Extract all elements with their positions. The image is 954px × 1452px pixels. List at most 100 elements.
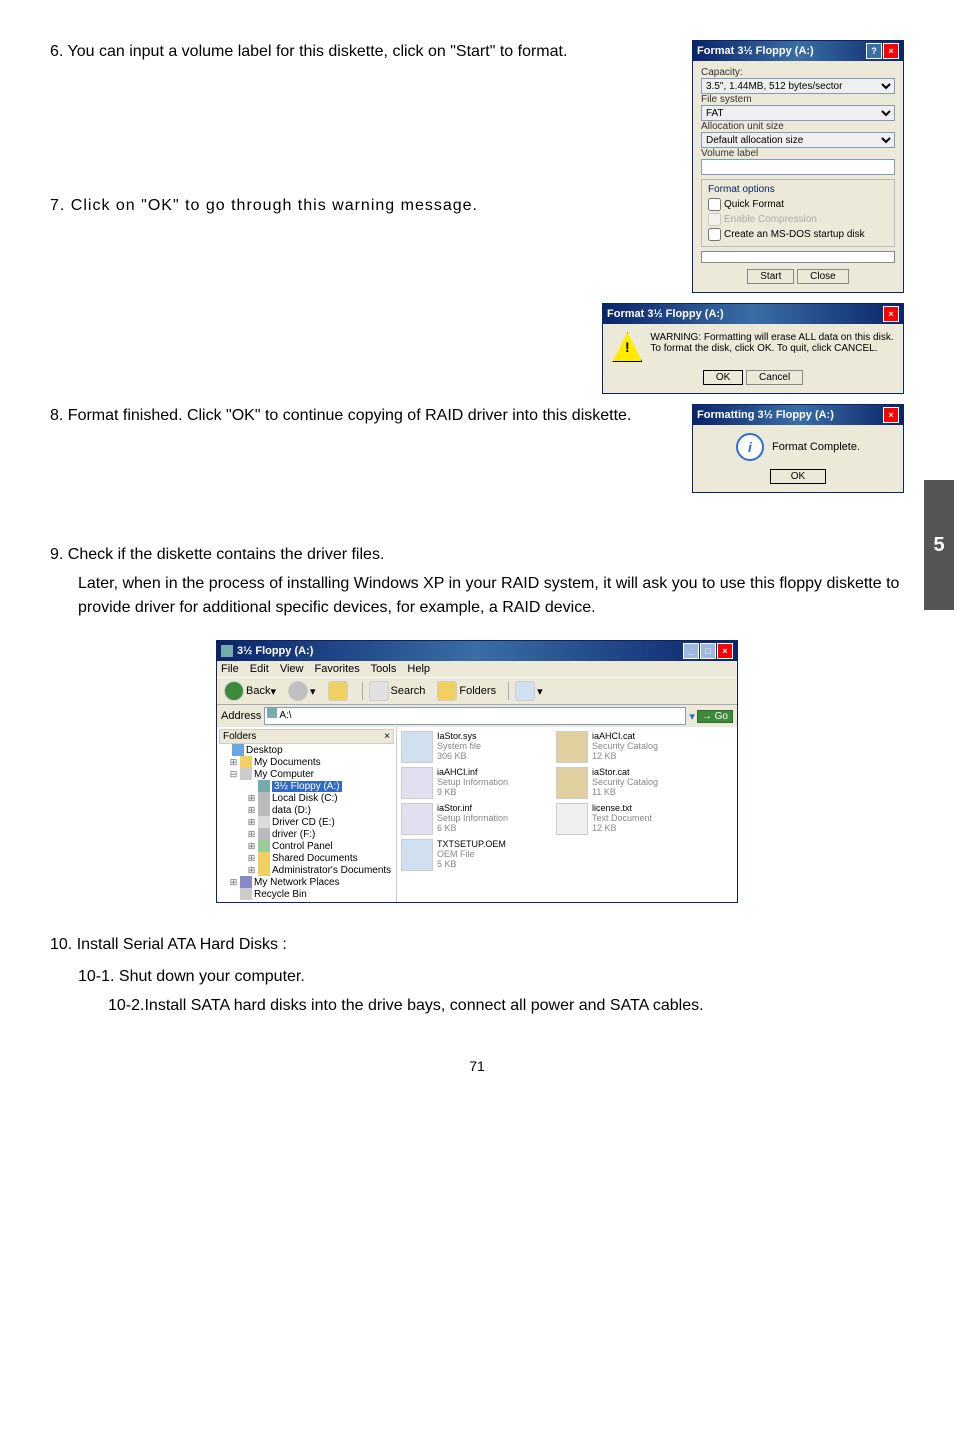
- search-icon: [369, 681, 389, 701]
- file-icon: [556, 767, 588, 799]
- start-button[interactable]: Start: [747, 269, 794, 284]
- close-button[interactable]: Close: [797, 269, 849, 284]
- explorer-window: 3½ Floppy (A:) _□× File Edit View Favori…: [216, 640, 738, 903]
- quick-format-checkbox[interactable]: [708, 198, 721, 211]
- tree-mydocs[interactable]: ⊞My Documents: [219, 756, 394, 768]
- back-icon: [224, 681, 244, 701]
- complete-message: Format Complete.: [772, 441, 860, 453]
- back-button[interactable]: Back ▾: [221, 680, 279, 702]
- allocation-label: Allocation unit size: [701, 121, 895, 132]
- menu-file[interactable]: File: [221, 663, 239, 675]
- folders-button[interactable]: Folders: [434, 680, 499, 702]
- menu-favorites[interactable]: Favorites: [315, 663, 360, 675]
- tree-admin[interactable]: ⊞Administrator's Documents: [219, 864, 394, 876]
- volume-label-input[interactable]: [701, 159, 895, 175]
- close-icon[interactable]: ×: [883, 306, 899, 322]
- menu-edit[interactable]: Edit: [250, 663, 269, 675]
- folders-icon: [437, 681, 457, 701]
- floppy-icon: [267, 708, 277, 718]
- go-button[interactable]: → Go: [697, 710, 733, 723]
- menu-tools[interactable]: Tools: [371, 663, 397, 675]
- warning-line2: To format the disk, click OK. To quit, c…: [650, 343, 893, 354]
- capacity-select[interactable]: 3.5", 1.44MB, 512 bytes/sector: [701, 78, 895, 94]
- menu-bar: File Edit View Favorites Tools Help: [217, 661, 737, 677]
- warning-line1: WARNING: Formatting will erase ALL data …: [650, 332, 893, 343]
- step-10-2-text: 10-2. Install SATA hard disks into the d…: [50, 994, 904, 1018]
- file-item[interactable]: TXTSETUP.OEMOEM File5 KB: [401, 839, 556, 871]
- file-list-pane: IaStor.sysSystem file306 KB iaAHCI.catSe…: [397, 727, 737, 902]
- capacity-label: Capacity:: [701, 67, 895, 78]
- filesystem-select[interactable]: FAT: [701, 105, 895, 121]
- file-icon: [556, 803, 588, 835]
- allocation-select[interactable]: Default allocation size: [701, 132, 895, 148]
- file-item[interactable]: license.txtText Document12 KB: [556, 803, 711, 835]
- close-icon[interactable]: ×: [883, 43, 899, 59]
- format-dialog-title: Format 3½ Floppy (A:): [697, 45, 814, 57]
- format-options-title: Format options: [708, 184, 888, 195]
- ok-button[interactable]: OK: [770, 469, 826, 484]
- close-icon[interactable]: ×: [717, 643, 733, 659]
- volume-label-label: Volume label: [701, 148, 895, 159]
- file-item[interactable]: iaAHCI.infSetup Information9 KB: [401, 767, 556, 799]
- msdos-checkbox[interactable]: [708, 228, 721, 241]
- page-number: 71: [50, 1058, 904, 1074]
- step-10-text: 10. Install Serial ATA Hard Disks :: [50, 933, 904, 957]
- file-item[interactable]: iaAHCI.catSecurity Catalog12 KB: [556, 731, 711, 763]
- msdos-label: Create an MS-DOS startup disk: [724, 229, 865, 240]
- file-icon: [401, 767, 433, 799]
- file-icon: [401, 839, 433, 871]
- views-icon: [515, 681, 535, 701]
- folders-header: Folders: [223, 731, 256, 742]
- file-item[interactable]: iaStor.infSetup Information6 KB: [401, 803, 556, 835]
- step-9-text-b: Later, when in the process of installing…: [50, 572, 904, 620]
- tree-cpanel[interactable]: ⊞Control Panel: [219, 840, 394, 852]
- tree-floppy[interactable]: 3½ Floppy (A:): [219, 780, 394, 792]
- step-8-text: 8. Format finished. Click "OK" to contin…: [50, 404, 672, 428]
- complete-dialog: Formatting 3½ Floppy (A:) × i Format Com…: [692, 404, 904, 493]
- format-dialog: Format 3½ Floppy (A:) ?× Capacity: 3.5",…: [692, 40, 904, 293]
- address-input[interactable]: A:\: [264, 707, 686, 725]
- file-item[interactable]: iaStor.catSecurity Catalog11 KB: [556, 767, 711, 799]
- warning-icon: !: [612, 332, 642, 362]
- compression-checkbox: [708, 213, 721, 226]
- menu-view[interactable]: View: [280, 663, 304, 675]
- tree-datad[interactable]: ⊞data (D:): [219, 804, 394, 816]
- close-icon[interactable]: ×: [883, 407, 899, 423]
- quick-format-label: Quick Format: [724, 199, 784, 210]
- folder-tree-pane: Folders × Desktop ⊞My Documents ⊟My Compu…: [217, 727, 397, 902]
- tree-mycomputer[interactable]: ⊟My Computer: [219, 768, 394, 780]
- tree-mynet[interactable]: ⊞My Network Places: [219, 876, 394, 888]
- forward-button[interactable]: ▾: [285, 680, 319, 702]
- warning-dialog: Format 3½ Floppy (A:) × ! WARNING: Forma…: [602, 303, 904, 394]
- tree-desktop[interactable]: Desktop: [219, 744, 394, 756]
- search-button[interactable]: Search: [366, 680, 429, 702]
- step-10-1-text: 10-1. Shut down your computer.: [50, 965, 904, 989]
- chapter-tab: 5: [924, 480, 954, 610]
- step-9-text-a: 9. Check if the diskette contains the dr…: [50, 543, 904, 567]
- menu-help[interactable]: Help: [407, 663, 430, 675]
- file-item[interactable]: IaStor.sysSystem file306 KB: [401, 731, 556, 763]
- maximize-icon[interactable]: □: [700, 643, 716, 659]
- compression-label: Enable Compression: [724, 214, 817, 225]
- progress-bar: [701, 251, 895, 263]
- filesystem-label: File system: [701, 94, 895, 105]
- info-icon: i: [736, 433, 764, 461]
- up-button[interactable]: [325, 680, 353, 702]
- tree-localc[interactable]: ⊞Local Disk (C:): [219, 792, 394, 804]
- tree-recycle[interactable]: Recycle Bin: [219, 888, 394, 900]
- explorer-title: 3½ Floppy (A:): [237, 645, 313, 657]
- help-icon[interactable]: ?: [866, 43, 882, 59]
- step-7-text: 7. Click on "OK" to go through this warn…: [50, 194, 672, 218]
- up-icon: [328, 681, 348, 701]
- views-button[interactable]: ▾: [512, 680, 546, 702]
- tree-drivercd[interactable]: ⊞Driver CD (E:): [219, 816, 394, 828]
- cancel-button[interactable]: Cancel: [746, 370, 803, 385]
- file-icon: [556, 731, 588, 763]
- dropdown-icon[interactable]: ▾: [689, 710, 695, 723]
- file-icon: [401, 803, 433, 835]
- tree-driverf[interactable]: ⊞driver (F:): [219, 828, 394, 840]
- minimize-icon[interactable]: _: [683, 643, 699, 659]
- tree-shared[interactable]: ⊞Shared Documents: [219, 852, 394, 864]
- close-pane-icon[interactable]: ×: [384, 731, 390, 742]
- ok-button[interactable]: OK: [703, 370, 743, 385]
